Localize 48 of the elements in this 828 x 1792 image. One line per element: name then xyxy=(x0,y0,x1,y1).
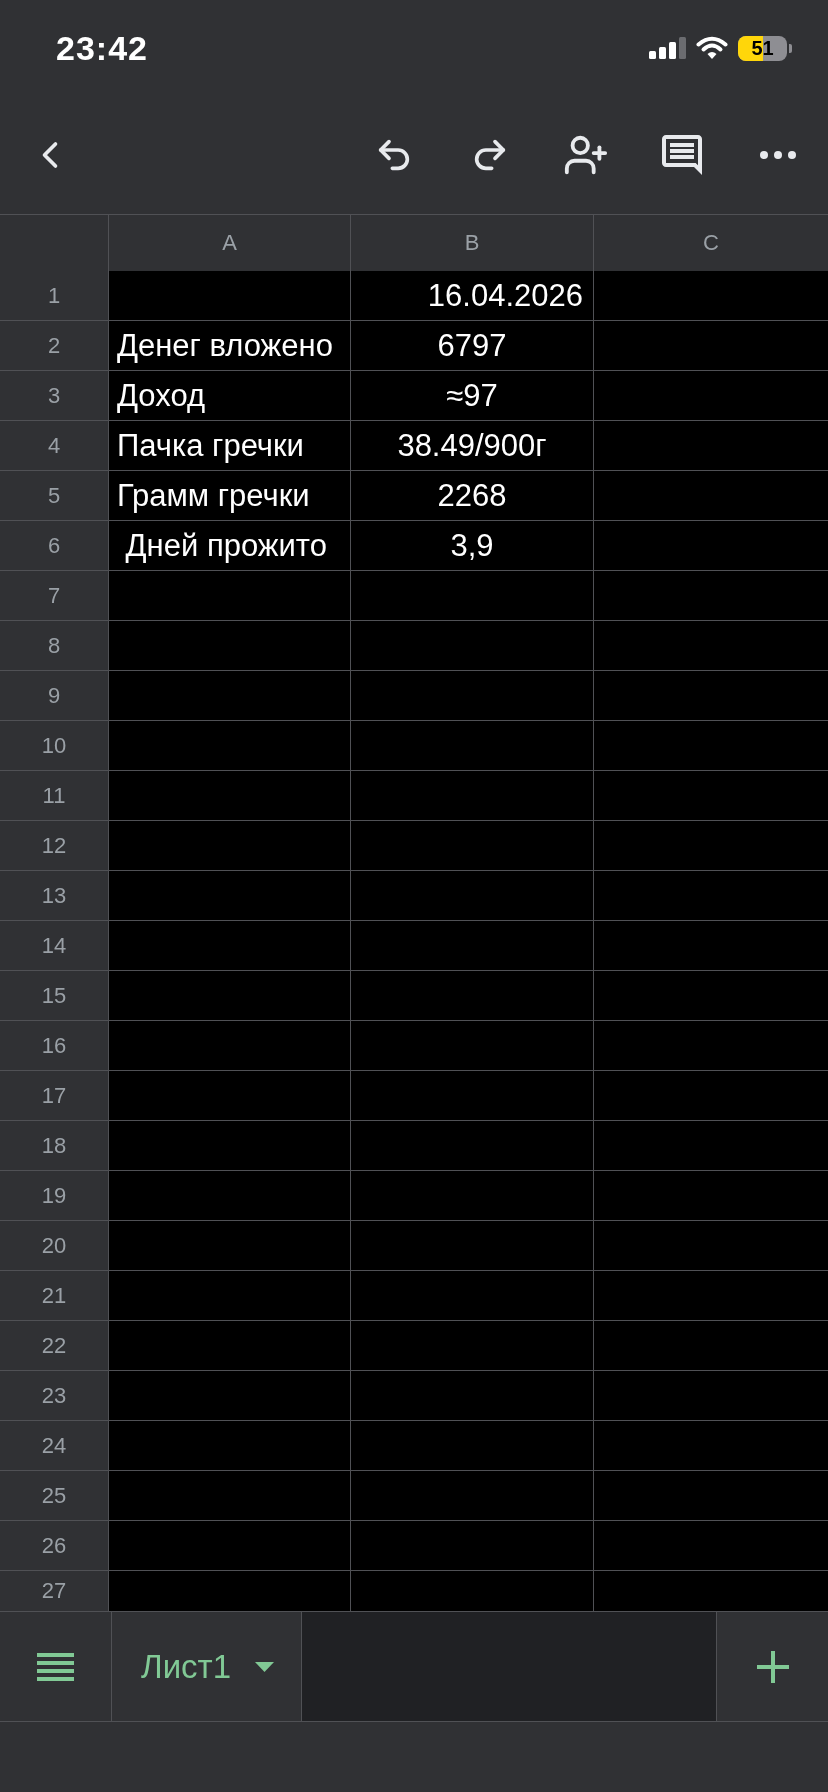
row-header[interactable]: 5 xyxy=(0,471,108,521)
battery-indicator: 51 xyxy=(738,35,792,61)
table-cell[interactable]: 6797 xyxy=(351,321,593,371)
row-header[interactable]: 20 xyxy=(0,1221,108,1271)
row-header[interactable]: 26 xyxy=(0,1521,108,1571)
row-header[interactable]: 17 xyxy=(0,1071,108,1121)
row-header[interactable]: 24 xyxy=(0,1421,108,1471)
row-header[interactable]: 8 xyxy=(0,621,108,671)
row-header[interactable]: 21 xyxy=(0,1271,108,1321)
row-header[interactable]: 15 xyxy=(0,971,108,1021)
table-cell[interactable]: ≈97 xyxy=(351,371,593,421)
speech-bubble-icon xyxy=(662,135,702,175)
row-header[interactable]: 6 xyxy=(0,521,108,571)
row-header[interactable]: 7 xyxy=(0,571,108,621)
row-header[interactable]: 14 xyxy=(0,921,108,971)
row-header[interactable]: 2 xyxy=(0,321,108,371)
row-header[interactable]: 25 xyxy=(0,1471,108,1521)
row-header[interactable]: 16 xyxy=(0,1021,108,1071)
row-header[interactable]: 3 xyxy=(0,371,108,421)
row-header[interactable]: 22 xyxy=(0,1321,108,1371)
table-cell[interactable]: 2268 xyxy=(351,471,593,521)
row-header[interactable]: 23 xyxy=(0,1371,108,1421)
row-header[interactable]: 18 xyxy=(0,1121,108,1171)
column-header[interactable]: C xyxy=(594,215,828,271)
caret-icon xyxy=(255,1661,275,1672)
row-header[interactable]: 12 xyxy=(0,821,108,871)
row-header[interactable]: 13 xyxy=(0,871,108,921)
ellipsis-icon xyxy=(760,151,796,159)
row-header[interactable]: 11 xyxy=(0,771,108,821)
wifi-icon xyxy=(696,36,728,60)
row-header[interactable]: 27 xyxy=(0,1571,108,1611)
table-cell[interactable]: 38.49/900г xyxy=(351,421,593,471)
signal-icon xyxy=(649,37,686,59)
row-header[interactable]: 9 xyxy=(0,671,108,721)
row-header[interactable]: 4 xyxy=(0,421,108,471)
table-cell[interactable]: Дней прожито xyxy=(109,521,350,571)
status-time: 23:42 xyxy=(56,31,148,65)
table-cell[interactable]: Денег вложено xyxy=(109,321,350,371)
menu-icon xyxy=(37,1652,74,1681)
table-cell[interactable]: Пачка гречки xyxy=(109,421,350,471)
row-header[interactable]: 19 xyxy=(0,1171,108,1221)
row-header[interactable]: 1 xyxy=(0,271,108,321)
row-header[interactable]: 10 xyxy=(0,721,108,771)
table-cell[interactable]: Грамм гречки xyxy=(109,471,350,521)
table-cell[interactable]: 16.04.2026 xyxy=(351,271,593,321)
table-cell[interactable]: 3,9 xyxy=(351,521,593,571)
table-cell[interactable]: Доход xyxy=(109,371,350,421)
plus-icon xyxy=(756,1650,789,1683)
